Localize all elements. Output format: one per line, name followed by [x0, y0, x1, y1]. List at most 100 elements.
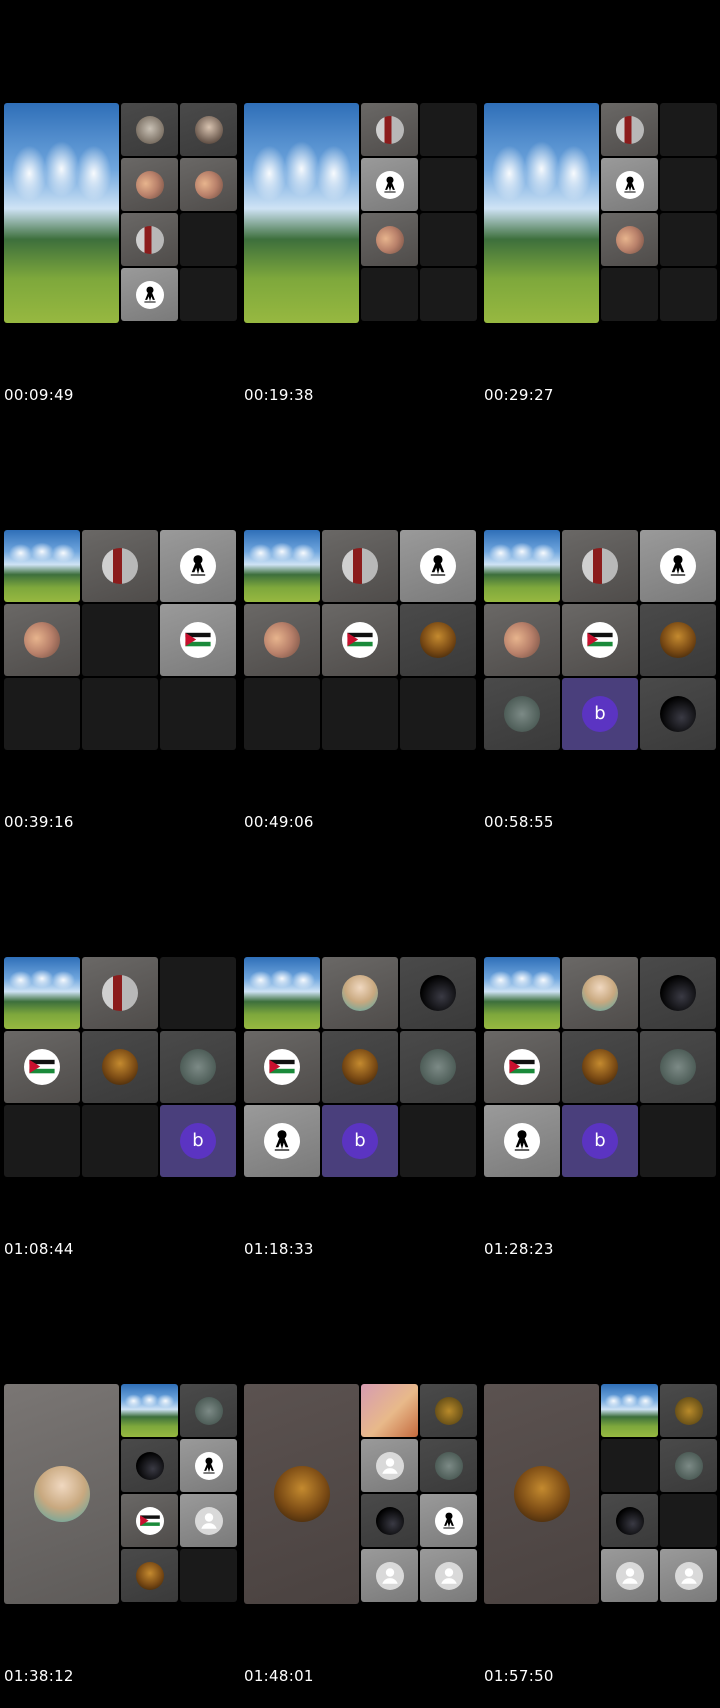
participant-tile[interactable]	[82, 530, 158, 602]
participant-tile[interactable]	[562, 957, 638, 1029]
participant-tile[interactable]	[82, 1031, 158, 1103]
participant-tile[interactable]	[640, 957, 716, 1029]
call-screenshot-frame	[484, 103, 718, 323]
participant-tile[interactable]	[660, 1549, 717, 1602]
bottles-avatar	[180, 1049, 216, 1085]
participant-tile[interactable]	[660, 1384, 717, 1437]
participant-tile[interactable]	[562, 1031, 638, 1103]
participant-tile[interactable]	[400, 530, 476, 602]
participant-tile[interactable]	[420, 1439, 477, 1492]
participant-tile[interactable]	[484, 604, 560, 676]
participant-tile[interactable]	[4, 1031, 80, 1103]
participant-tile[interactable]	[400, 957, 476, 1029]
participant-tile[interactable]	[121, 1494, 178, 1547]
participant-tile[interactable]	[244, 1105, 320, 1177]
video-tile-stadium[interactable]	[484, 103, 599, 323]
participant-tile[interactable]	[180, 158, 237, 211]
participant-tile[interactable]	[180, 1494, 237, 1547]
participant-tile[interactable]	[4, 604, 80, 676]
participant-tile[interactable]	[640, 678, 716, 750]
participant-tile[interactable]	[4, 1384, 119, 1604]
video-tile-stadium[interactable]	[4, 957, 80, 1029]
participant-tile[interactable]	[361, 213, 418, 266]
participant-tile[interactable]	[180, 1439, 237, 1492]
call-screenshot-frame	[4, 103, 238, 323]
video-tile-stadium[interactable]	[121, 1384, 178, 1437]
night-avatar	[375, 1506, 404, 1535]
empty-tile	[361, 268, 418, 321]
participant-tile[interactable]	[361, 1549, 418, 1602]
participant-tile[interactable]	[400, 604, 476, 676]
participant-tile[interactable]	[121, 1439, 178, 1492]
timestamp-label: 00:09:49	[4, 386, 74, 404]
video-tile-stadium[interactable]	[601, 1384, 658, 1437]
call-screenshot-frame: b	[4, 957, 238, 1177]
participant-tile[interactable]	[121, 103, 178, 156]
participant-tile[interactable]	[121, 1549, 178, 1602]
participant-tile[interactable]	[160, 604, 236, 676]
letter-avatar: b	[582, 1123, 618, 1159]
participant-tile[interactable]: b	[160, 1105, 236, 1177]
video-tile-stadium[interactable]	[244, 530, 320, 602]
participant-tile[interactable]	[180, 1384, 237, 1437]
call-screenshot-frame: b	[484, 957, 718, 1177]
participant-tile[interactable]	[361, 1494, 418, 1547]
participant-tile[interactable]	[640, 1031, 716, 1103]
participant-tile[interactable]	[601, 213, 658, 266]
participant-tile[interactable]	[361, 158, 418, 211]
participant-tile[interactable]	[400, 1031, 476, 1103]
video-tile-stadium[interactable]	[244, 957, 320, 1029]
participant-tile[interactable]: b	[562, 1105, 638, 1177]
participant-tile[interactable]	[244, 1031, 320, 1103]
participant-tile[interactable]: b	[322, 1105, 398, 1177]
bottles-avatar	[660, 1049, 696, 1085]
participant-tile[interactable]	[484, 1384, 599, 1604]
participant-tile[interactable]	[601, 1494, 658, 1547]
participant-tile[interactable]	[484, 1105, 560, 1177]
flag-avatar	[582, 622, 618, 658]
participant-tile[interactable]	[420, 1384, 477, 1437]
participant-tile[interactable]	[361, 103, 418, 156]
dragon-avatar	[674, 1396, 703, 1425]
faces-avatar	[615, 225, 644, 254]
participant-tile[interactable]	[562, 530, 638, 602]
video-tile-stadium[interactable]	[4, 530, 80, 602]
participant-tile[interactable]	[121, 268, 178, 321]
participant-tile[interactable]	[562, 604, 638, 676]
participant-tile[interactable]	[160, 1031, 236, 1103]
participant-tile[interactable]	[244, 604, 320, 676]
curtain-avatar	[102, 548, 138, 584]
participant-tile[interactable]	[244, 1384, 359, 1604]
empty-tile	[82, 604, 158, 676]
participant-tile[interactable]	[322, 530, 398, 602]
participant-tile[interactable]	[640, 530, 716, 602]
participant-tile[interactable]	[322, 1031, 398, 1103]
participant-tile[interactable]	[484, 678, 560, 750]
participant-tile[interactable]	[660, 1439, 717, 1492]
participant-tile[interactable]	[361, 1384, 418, 1437]
participant-tile[interactable]	[420, 1494, 477, 1547]
participant-tile[interactable]	[121, 158, 178, 211]
video-tile-stadium[interactable]	[484, 957, 560, 1029]
video-tile-stadium[interactable]	[484, 530, 560, 602]
participant-tile[interactable]	[121, 213, 178, 266]
participant-tile[interactable]	[640, 604, 716, 676]
curtain-avatar	[582, 548, 618, 584]
empty-tile	[601, 1439, 658, 1492]
participant-tile[interactable]	[420, 1549, 477, 1602]
participant-tile[interactable]	[160, 530, 236, 602]
participant-tile[interactable]	[180, 103, 237, 156]
participant-tile[interactable]	[322, 957, 398, 1029]
participant-tile[interactable]	[601, 1549, 658, 1602]
participant-tile[interactable]	[322, 604, 398, 676]
participant-tile[interactable]	[601, 103, 658, 156]
participant-tile[interactable]	[484, 1031, 560, 1103]
participant-tile[interactable]	[601, 158, 658, 211]
timestamp-label: 01:18:33	[244, 1240, 314, 1258]
participant-tile[interactable]	[82, 957, 158, 1029]
participant-tile[interactable]	[361, 1439, 418, 1492]
silhouette-avatar	[194, 1451, 223, 1480]
video-tile-stadium[interactable]	[244, 103, 359, 323]
video-tile-stadium[interactable]	[4, 103, 119, 323]
participant-tile[interactable]: b	[562, 678, 638, 750]
